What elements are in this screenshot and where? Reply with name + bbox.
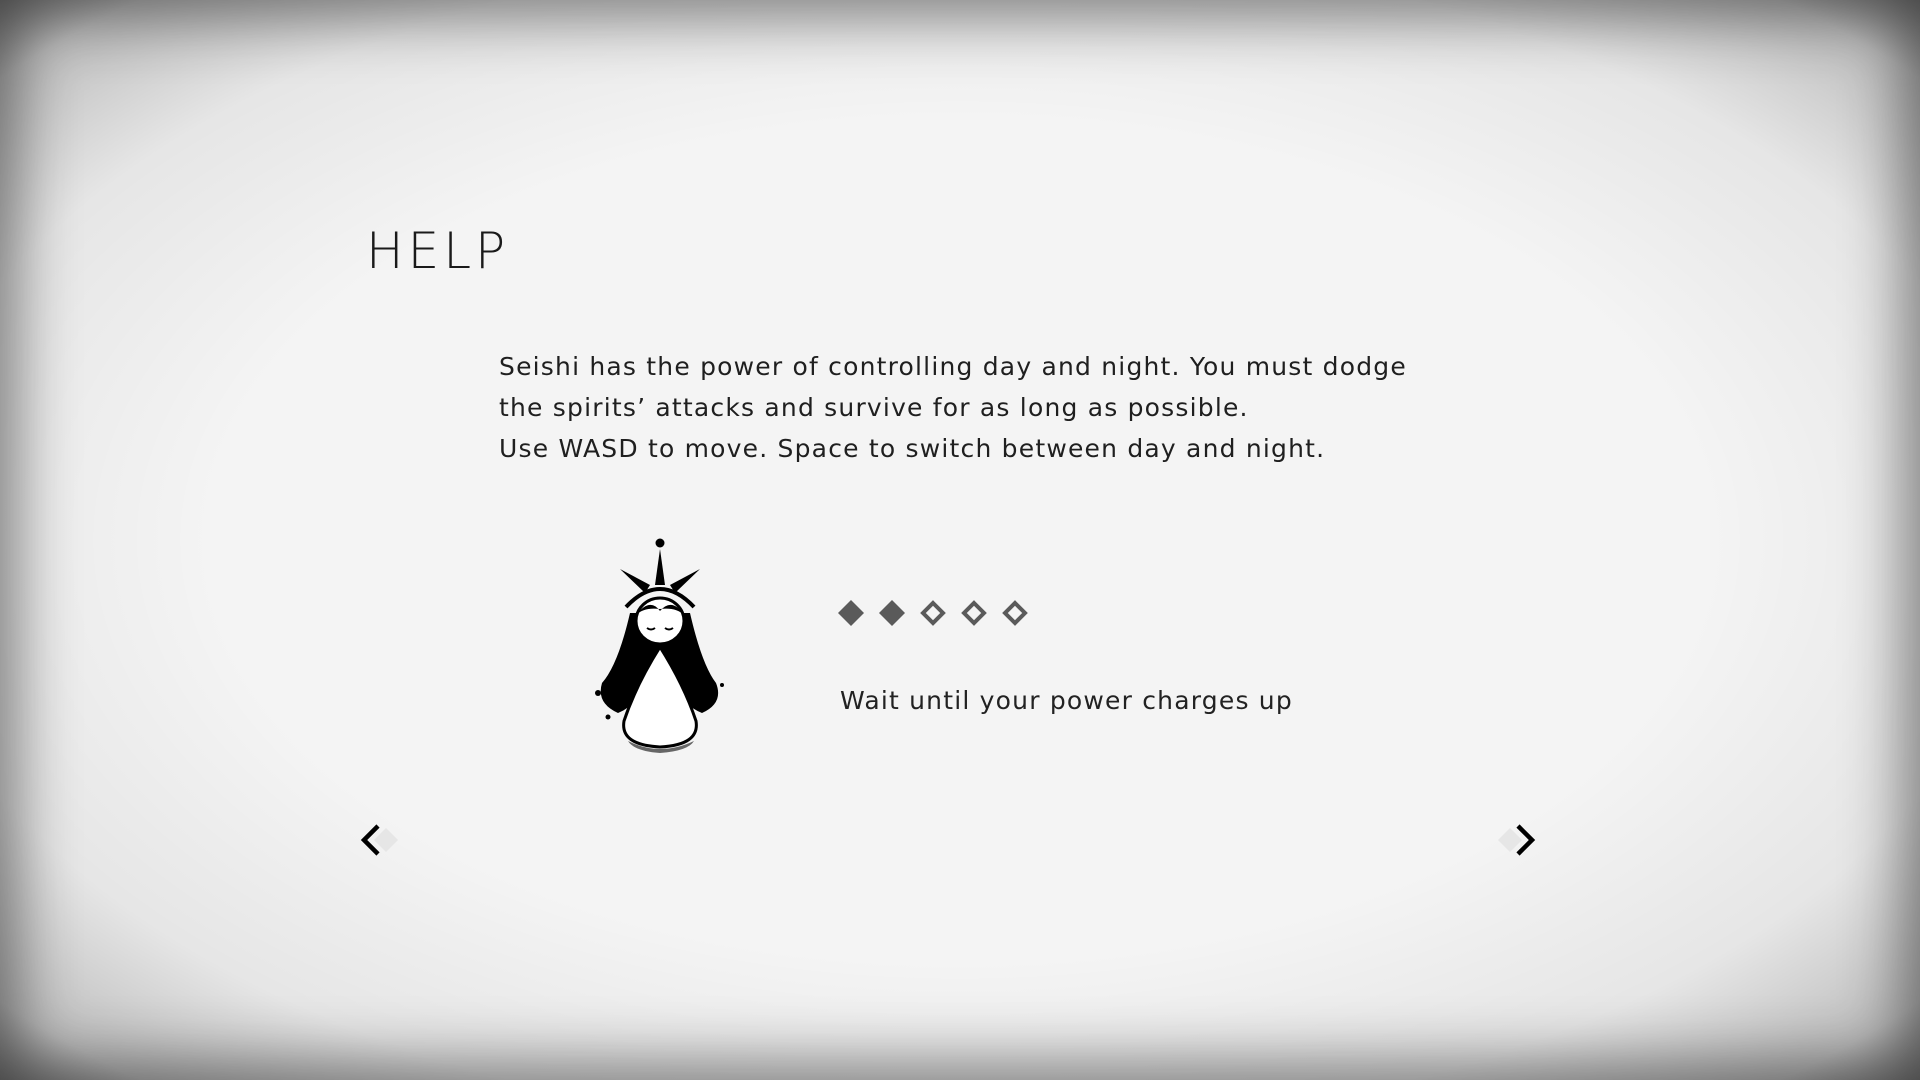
power-pip-empty xyxy=(961,600,987,626)
chevron-right-icon xyxy=(1498,824,1536,856)
screen-vignette xyxy=(0,0,1920,1080)
help-line-2: the spirits’ attacks and survive for as … xyxy=(499,393,1249,422)
power-hint-text: Wait until your power charges up xyxy=(840,686,1293,715)
seishi-character-illustration xyxy=(595,538,724,753)
chevron-left-icon xyxy=(360,824,398,856)
power-pip-filled xyxy=(838,600,864,626)
power-charge-meter xyxy=(836,598,1030,628)
help-line-1: Seishi has the power of controlling day … xyxy=(499,352,1407,381)
power-pip-filled xyxy=(879,600,905,626)
help-line-3: Use WASD to move. Space to switch betwee… xyxy=(499,434,1326,463)
power-pip-empty xyxy=(920,600,946,626)
power-pip-empty xyxy=(1002,600,1028,626)
help-description: Seishi has the power of controlling day … xyxy=(499,346,1459,469)
previous-page-button[interactable] xyxy=(356,818,400,862)
page-title: HELP xyxy=(366,222,510,280)
next-page-button[interactable] xyxy=(1496,818,1540,862)
